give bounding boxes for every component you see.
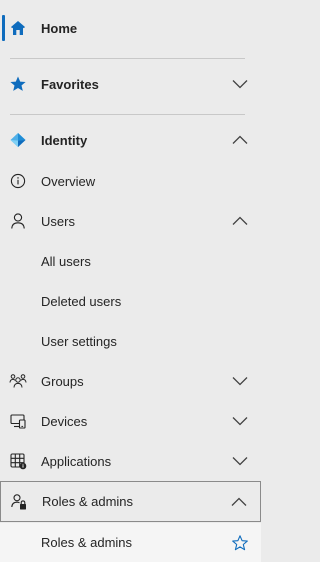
nav-item-deleted-users[interactable]: Deleted users	[0, 282, 261, 320]
people-group-icon	[9, 372, 27, 390]
nav-item-label: Applications	[41, 453, 112, 469]
nav-item-roles-admins-sub[interactable]: Roles & admins	[0, 523, 261, 562]
star-icon	[9, 75, 27, 93]
nav-item-identity[interactable]: Identity	[0, 120, 261, 160]
divider	[10, 114, 245, 115]
chevron-up-icon[interactable]	[231, 131, 249, 149]
nav-item-label: Home	[41, 20, 78, 36]
chevron-down-icon[interactable]	[231, 372, 249, 390]
nav-item-label: Overview	[41, 173, 96, 189]
nav-item-groups[interactable]: Groups	[0, 362, 261, 400]
chevron-up-icon[interactable]	[230, 493, 248, 511]
nav-item-overview[interactable]: Overview	[0, 162, 261, 200]
nav-item-label: Roles & admins	[41, 535, 133, 550]
devices-icon	[9, 412, 27, 430]
identity-diamond-icon	[9, 131, 27, 149]
nav-item-label: Roles & admins	[42, 494, 134, 509]
info-icon	[9, 172, 27, 190]
nav-item-label: Users	[41, 213, 75, 229]
nav-item-label: User settings	[41, 333, 117, 349]
nav-item-users[interactable]: Users	[0, 202, 261, 240]
nav-item-label: Identity	[41, 132, 88, 148]
chevron-down-icon[interactable]	[231, 75, 249, 93]
active-indicator	[2, 15, 5, 41]
nav-item-all-users[interactable]: All users	[0, 242, 261, 280]
navigation-sidebar: Home Favorites Identity Overview Users A…	[0, 0, 261, 562]
chevron-down-icon[interactable]	[231, 452, 249, 470]
nav-item-devices[interactable]: Devices	[0, 402, 261, 440]
nav-item-home[interactable]: Home	[0, 8, 261, 48]
nav-item-label: Favorites	[41, 76, 99, 92]
person-lock-icon	[10, 493, 28, 511]
nav-item-label: Devices	[41, 413, 88, 429]
chevron-up-icon[interactable]	[231, 212, 249, 230]
home-icon	[9, 19, 27, 37]
nav-item-applications[interactable]: Applications	[0, 442, 261, 480]
nav-item-label: Groups	[41, 373, 84, 389]
chevron-down-icon[interactable]	[231, 412, 249, 430]
apps-grid-icon	[9, 452, 27, 470]
nav-item-label: All users	[41, 253, 91, 269]
nav-item-user-settings[interactable]: User settings	[0, 322, 261, 360]
divider	[10, 58, 245, 59]
nav-item-favorites[interactable]: Favorites	[0, 64, 261, 104]
star-outline-icon[interactable]	[231, 534, 249, 552]
nav-item-roles-admins[interactable]: Roles & admins	[0, 481, 261, 522]
nav-item-label: Deleted users	[41, 293, 122, 309]
person-icon	[9, 212, 27, 230]
